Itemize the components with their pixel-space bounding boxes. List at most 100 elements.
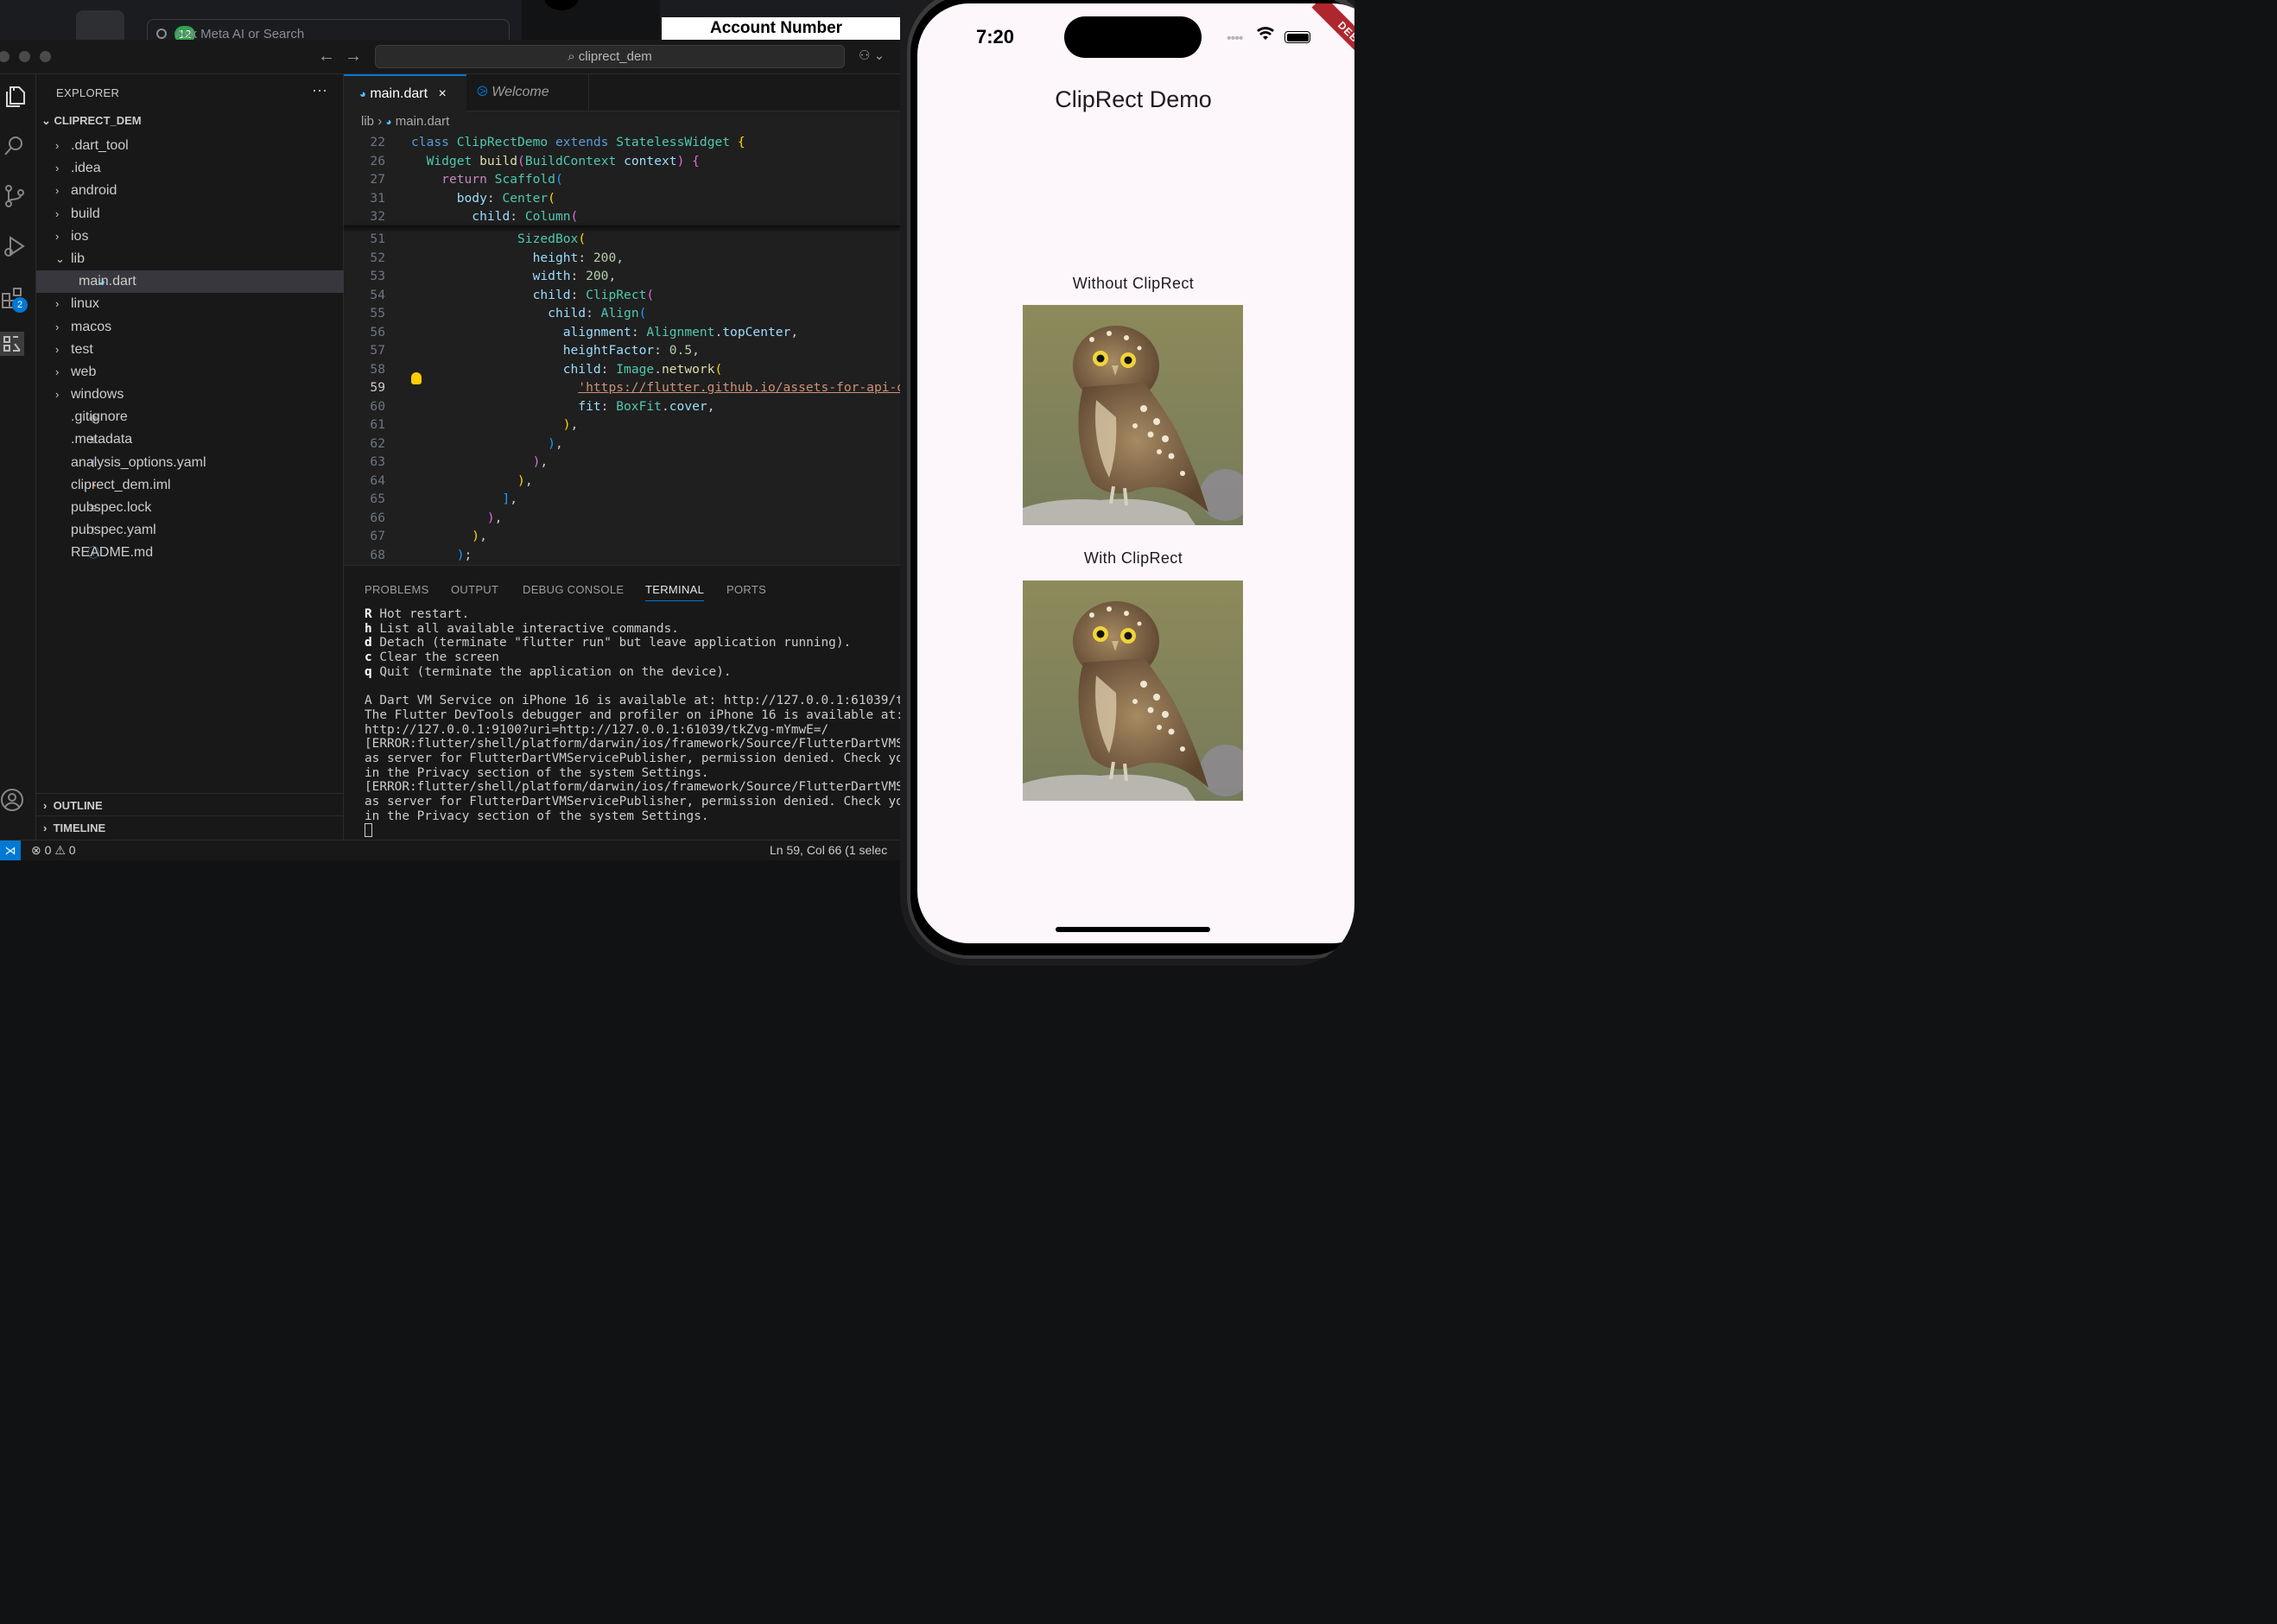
tab-welcome[interactable]: ⧁ Welcome: [466, 74, 589, 111]
account-icon[interactable]: [0, 788, 26, 814]
terminal-text: [ERROR:flutter/shell/platform/darwin/ios…: [365, 780, 900, 795]
code-line: 59 'https://flutter.github.io/assets-for…: [344, 378, 900, 397]
warning-count: 0: [68, 843, 76, 857]
tree-item-label: .gitignore: [71, 409, 128, 425]
code-text: SizedBox(: [517, 232, 587, 246]
chevron-down-icon: ⌄: [55, 251, 65, 265]
tab-debug-console[interactable]: DEBUG CONSOLE: [523, 583, 624, 596]
tree-item[interactable]: › linux: [36, 293, 344, 315]
tree-item[interactable]: ! analysis_options.yaml: [36, 452, 344, 474]
source-control-icon[interactable]: [2, 183, 28, 209]
copilot-icon[interactable]: ⚇ ⌄: [859, 48, 885, 63]
tree-item[interactable]: › ios: [36, 225, 344, 248]
code-text: );: [456, 547, 473, 562]
tree-item[interactable]: ◔ cliprect_dem.iml: [36, 474, 344, 497]
command-center[interactable]: ⌕ cliprect_dem: [375, 45, 845, 68]
more-actions-icon[interactable]: ···: [312, 81, 327, 99]
run-debug-icon[interactable]: [2, 233, 28, 259]
breadcrumb-file[interactable]: main.dart: [396, 114, 450, 129]
line-number: 57: [370, 343, 385, 358]
terminal-line: h List all available interactive command…: [365, 622, 900, 637]
tree-item-label: ios: [71, 228, 89, 244]
activity-bar: 2: [0, 74, 36, 860]
back-arrow-icon[interactable]: ←: [318, 47, 335, 67]
code-text: Widget build(BuildContext context) {: [426, 153, 700, 168]
explorer-icon[interactable]: [3, 83, 29, 109]
terminal-line: q Quit (terminate the application on the…: [365, 665, 900, 680]
tree-item[interactable]: › .dart_tool: [36, 135, 344, 157]
code-line: 54 child: ClipRect(: [344, 286, 900, 305]
tab-main-dart[interactable]: ◕ main.dart ×: [344, 74, 466, 111]
breadcrumb-folder[interactable]: lib: [361, 114, 374, 129]
terminal-line: as server for FlutterDartVMServicePublis…: [365, 752, 900, 766]
code-text: fit: BoxFit.cover,: [578, 398, 715, 414]
tree-item[interactable]: › web: [36, 361, 344, 384]
cursor-position[interactable]: Ln 59, Col 66 (1 selec: [770, 843, 887, 857]
tree-item[interactable]: ◕ main.dart: [36, 270, 344, 294]
search-icon[interactable]: [2, 133, 28, 159]
close-icon[interactable]: ×: [438, 86, 446, 101]
debug-banner: DEBUG: [1311, 3, 1354, 81]
line-number: 54: [370, 287, 385, 302]
terminal-key: q: [365, 664, 372, 679]
lightbulb-icon[interactable]: [411, 372, 422, 384]
tree-item[interactable]: › build: [36, 203, 344, 225]
tree-item-label: linux: [71, 296, 99, 312]
messenger-app-icon[interactable]: 12: [76, 10, 195, 43]
tree-item[interactable]: › android: [36, 180, 344, 202]
tree-item-label: .dart_tool: [71, 138, 129, 153]
flutter-icon[interactable]: [0, 332, 26, 358]
code-text: ),: [532, 454, 549, 469]
outline-section[interactable]: › OUTLINE: [36, 793, 344, 815]
chevron-right-icon: ›: [55, 184, 60, 198]
forward-arrow-icon[interactable]: →: [345, 47, 362, 67]
line-number: 62: [370, 435, 385, 451]
tree-item[interactable]: › test: [36, 339, 344, 361]
minimize-window-button[interactable]: [19, 51, 30, 62]
tab-ports[interactable]: PORTS: [726, 583, 766, 596]
tab-output[interactable]: OUTPUT: [451, 583, 498, 596]
status-bar: ⋊ ⊗ 0 ⚠ 0 Ln 59, Col 66 (1 selec: [0, 840, 900, 860]
workspace-root[interactable]: ⌄ CLIPRECT_DEM: [41, 114, 142, 128]
code-line: 26 Widget build(BuildContext context) {: [344, 152, 900, 171]
code-text: 'https://flutter.github.io/assets-for-ap…: [578, 380, 900, 395]
line-number: 26: [370, 153, 385, 168]
tab-problems[interactable]: PROBLEMS: [365, 583, 429, 596]
tree-item[interactable]: › .idea: [36, 157, 344, 180]
code-line: 64 ),: [344, 472, 900, 491]
tab-terminal[interactable]: TERMINAL: [645, 583, 705, 601]
home-indicator[interactable]: [1056, 927, 1210, 932]
tree-item[interactable]: ! pubspec.yaml: [36, 519, 344, 542]
terminal-key: R: [365, 607, 372, 621]
tree-item[interactable]: › windows: [36, 384, 344, 406]
code-line: 62 ),: [344, 435, 900, 454]
tree-item[interactable]: › macos: [36, 316, 344, 339]
code-text: class ClipRectDemo extends StatelessWidg…: [411, 135, 745, 149]
close-window-button[interactable]: [0, 51, 10, 62]
line-number: 58: [370, 361, 385, 377]
code-text: height: 200,: [532, 250, 625, 265]
editor-tabs: ◕ main.dart × ⧁ Welcome: [344, 74, 900, 111]
maximize-window-button[interactable]: [40, 51, 51, 62]
tree-item[interactable]: ⌄ lib: [36, 248, 344, 270]
tree-item[interactable]: ≡ .metadata: [36, 428, 344, 451]
code-editor[interactable]: 22 class ClipRectDemo extends StatelessWi…: [344, 133, 900, 565]
chevron-right-icon: ›: [55, 320, 60, 333]
tree-item[interactable]: ◆ .gitignore: [36, 406, 344, 428]
timeline-section[interactable]: › TIMELINE: [36, 815, 344, 838]
terminal-line: in the Privacy section of the system Set…: [365, 809, 900, 824]
code-line: 32 child: Column(: [344, 207, 900, 226]
terminal-output[interactable]: R Hot restart. h List all available inter…: [365, 607, 900, 838]
terminal-text: Clear the screen: [371, 650, 499, 665]
code-line: 63 ),: [344, 453, 900, 472]
problems-indicator[interactable]: ⊗ 0 ⚠ 0: [31, 843, 76, 858]
line-number: 52: [370, 250, 385, 265]
tree-item[interactable]: ⓘ README.md: [36, 542, 344, 564]
code-line: 53 width: 200,: [344, 267, 900, 286]
meta-search-input[interactable]: Ask Meta AI or Search: [147, 19, 510, 40]
code-line: 52 height: 200,: [344, 249, 900, 268]
line-number: 64: [370, 473, 385, 488]
tree-item[interactable]: ≡ pubspec.lock: [36, 497, 344, 519]
file-tree: › .dart_tool › .idea › android › build › ios ⌄ lib ◕…: [36, 135, 344, 565]
remote-indicator-icon[interactable]: ⋊: [0, 841, 21, 860]
